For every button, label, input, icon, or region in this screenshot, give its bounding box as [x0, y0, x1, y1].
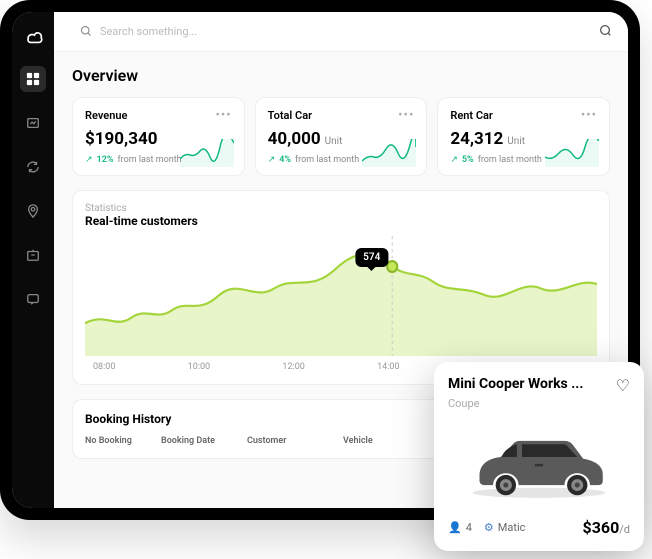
seats-value: 4 — [466, 521, 472, 534]
x-tick: 08:00 — [93, 362, 115, 372]
col-header: No Booking — [85, 436, 145, 446]
vehicle-subtitle: Coupe — [448, 397, 630, 410]
card-title: Rent Car — [450, 109, 493, 122]
card-value: 24,312 — [450, 129, 503, 149]
topbar — [54, 12, 628, 52]
card-pct: 4% — [279, 155, 291, 165]
vehicle-title: Mini Cooper Works ... — [448, 376, 583, 392]
search-icon — [80, 22, 92, 41]
more-icon[interactable]: ••• — [216, 108, 232, 123]
trend-up-icon: ↗ — [450, 155, 458, 165]
scan-icon[interactable] — [598, 22, 612, 41]
card-foot-text: from last month — [295, 155, 359, 165]
sparkline — [362, 139, 416, 167]
sidebar — [12, 12, 54, 508]
nav-analytics-icon[interactable] — [20, 110, 46, 136]
rent-car-card[interactable]: Rent Car ••• 24,312 Unit ↗ 5% from last mont… — [437, 97, 610, 176]
card-value: 40,000 — [268, 129, 321, 149]
nav-refresh-icon[interactable] — [20, 154, 46, 180]
x-tick: 10:00 — [188, 362, 210, 372]
search-input[interactable] — [100, 25, 578, 38]
stats-title: Real-time customers — [85, 214, 597, 228]
card-title: Total Car — [268, 109, 312, 122]
price-unit: /d — [619, 523, 630, 536]
stat-cards: Revenue••• $190,340 ↗12%from last month … — [72, 97, 610, 176]
page-title: Overview — [72, 66, 610, 85]
total-car-card[interactable]: Total Car ••• 40,000 Unit ↗4% from last mon… — [255, 97, 428, 176]
nav-archive-icon[interactable] — [20, 242, 46, 268]
price-value: $360 — [583, 518, 620, 537]
revenue-card[interactable]: Revenue ••• $190,340 ↗ 12%from last month — [72, 97, 245, 176]
more-icon[interactable]: ••• — [398, 108, 414, 123]
card-title: Revenue — [85, 109, 127, 122]
stats-label: Statistics — [85, 203, 597, 214]
card-value: $190,340 — [85, 129, 157, 149]
heart-icon[interactable]: ♡ — [616, 376, 630, 395]
col-header: Booking Date — [161, 436, 231, 446]
card-foot-text: from last month — [117, 155, 181, 165]
trend-up-icon: ↗ — [268, 155, 276, 165]
trend-up-icon: ↗ — [85, 155, 93, 165]
col-header: Vehicle — [343, 436, 403, 446]
realtime-chart[interactable]: 574 — [85, 236, 597, 356]
vehicle-image — [448, 418, 630, 508]
more-icon[interactable]: ••• — [581, 108, 597, 123]
card-foot-text: from last month — [478, 155, 542, 165]
search-box[interactable] — [70, 16, 588, 47]
stats-panel: Statistics Real-time customers 574 08:00 — [72, 190, 610, 385]
nav-location-icon[interactable] — [20, 198, 46, 224]
app-logo[interactable] — [22, 26, 44, 48]
chart-tooltip: 574 — [355, 248, 388, 267]
card-unit: Unit — [507, 136, 525, 147]
x-tick: 12:00 — [282, 362, 304, 372]
sparkline — [545, 139, 599, 167]
nav-chat-icon[interactable] — [20, 286, 46, 312]
person-icon: 👤 — [448, 521, 462, 534]
vehicle-specs: 👤 4 ⚙ Matic $360/d — [448, 518, 630, 537]
card-pct: 5% — [462, 155, 474, 165]
transmission-value: Matic — [498, 521, 526, 534]
vehicle-card[interactable]: Mini Cooper Works ... ♡ Coupe 👤 4 ⚙ Matic … — [434, 362, 644, 551]
card-pct: 12% — [97, 155, 114, 165]
nav-dashboard-icon[interactable] — [20, 66, 46, 92]
sparkline — [180, 139, 234, 167]
x-tick: 14:00 — [377, 362, 399, 372]
col-header: Customer — [247, 436, 327, 446]
transmission-icon: ⚙ — [484, 521, 494, 534]
card-unit: Unit — [325, 136, 343, 147]
